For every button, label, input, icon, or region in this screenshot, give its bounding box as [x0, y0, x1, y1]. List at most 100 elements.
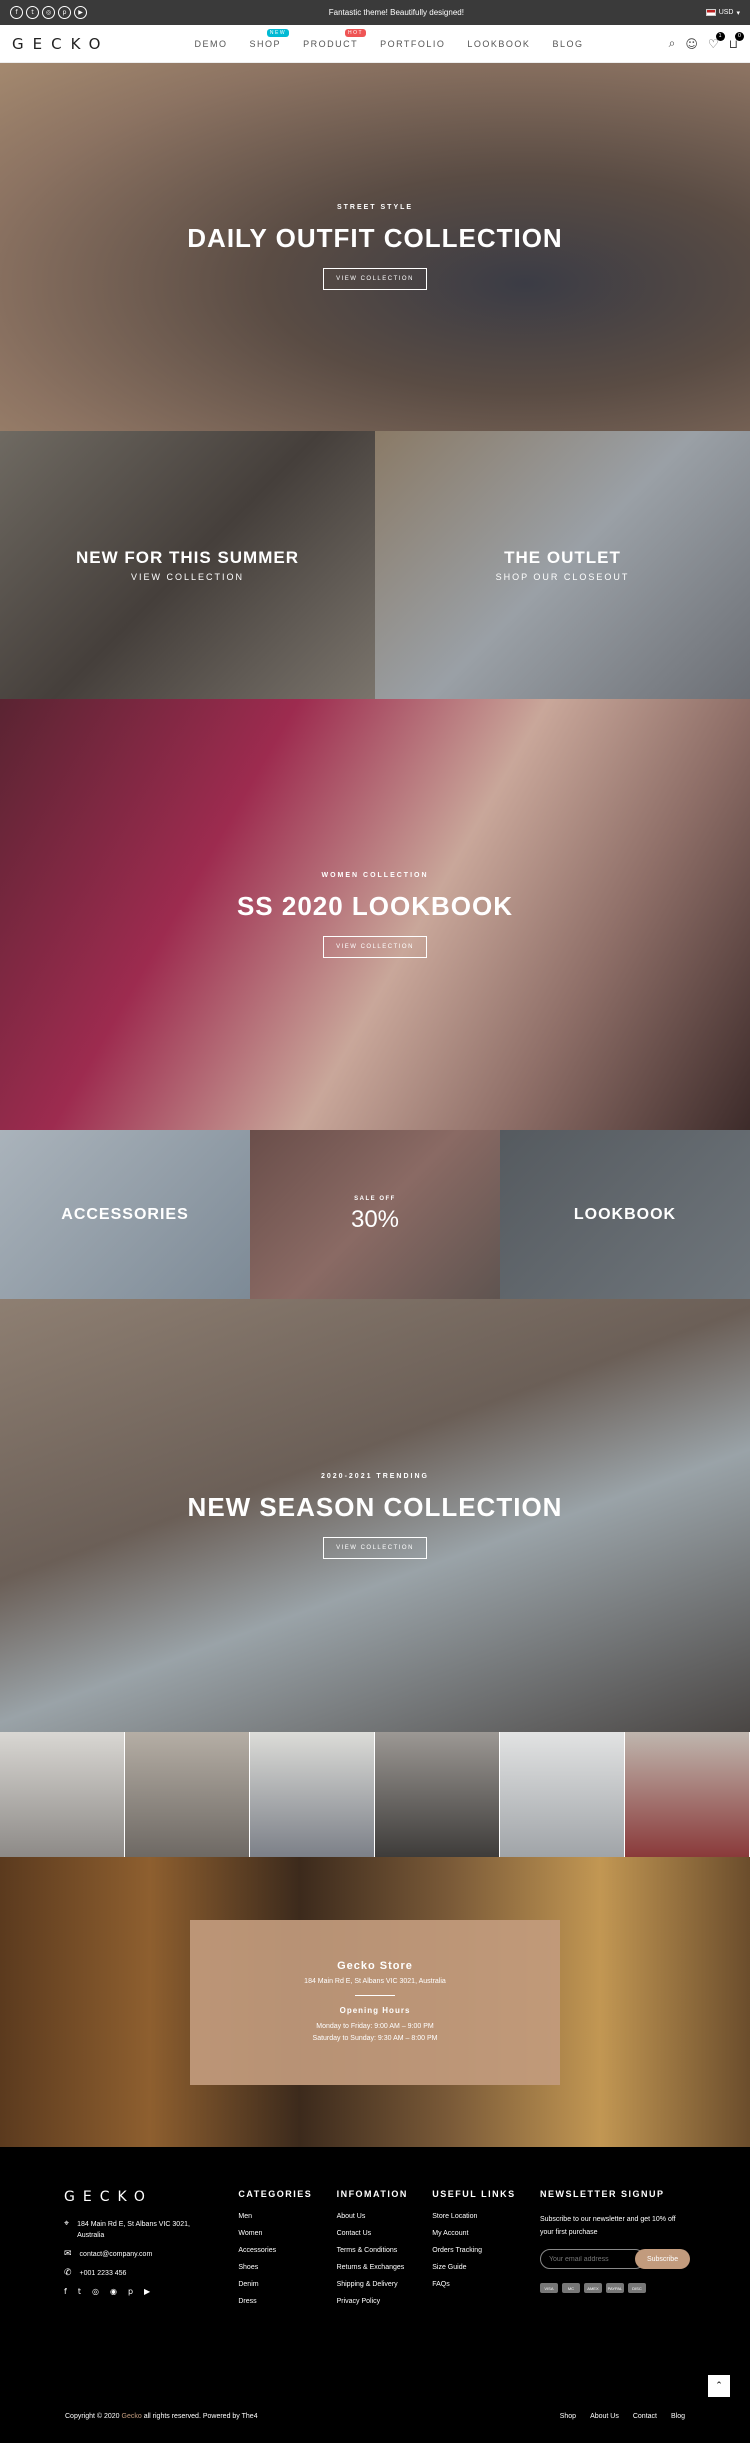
- wishlist-icon[interactable]: ♡ 1: [708, 31, 725, 51]
- footer-logo[interactable]: GECKO: [64, 2189, 214, 2205]
- hero-eyebrow: STREET STYLE: [336, 204, 414, 211]
- back-to-top-button[interactable]: ⌃: [708, 2375, 730, 2397]
- email-text[interactable]: contact@company.com: [80, 2249, 153, 2260]
- category-tile-accessories[interactable]: ACCESSORIES: [0, 1130, 250, 1299]
- site-logo[interactable]: GECKO: [12, 35, 109, 53]
- footer-info-link[interactable]: Contact Us: [337, 2230, 408, 2237]
- hero-title: DAILY OUTFIT COLLECTION: [187, 223, 563, 253]
- footer-categories: CATEGORIES Men Women Accessories Shoes Denim…: [238, 2189, 312, 2389]
- menu-item-label: PORTFOLIO: [380, 38, 446, 49]
- footer-phone[interactable]: ✆ +001 2233 456: [64, 2268, 214, 2279]
- sale-label: SALE OFF: [354, 1195, 396, 1202]
- menu-item-lookbook[interactable]: LOOKBOOK: [467, 37, 530, 51]
- view-collection-button[interactable]: VIEW COLLECTION: [323, 268, 427, 290]
- instagram-image[interactable]: [250, 1732, 375, 1857]
- phone-icon: ✆: [64, 2268, 72, 2278]
- footer-category-link[interactable]: Dress: [238, 2298, 312, 2305]
- category-tile-lookbook[interactable]: LOOKBOOK: [500, 1130, 750, 1299]
- facebook-icon[interactable]: f: [10, 6, 23, 19]
- menu-item-product[interactable]: PRODUCT HOT: [303, 28, 367, 51]
- cart-icon[interactable]: ⊔ 0: [729, 31, 744, 51]
- hero-eyebrow: WOMEN COLLECTION: [321, 871, 429, 879]
- menu-item-portfolio[interactable]: PORTFOLIO: [380, 37, 445, 51]
- store-name: Gecko Store: [337, 1959, 413, 1972]
- footer-contact: GECKO ⌖ 184 Main Rd E, St Albans VIC 302…: [64, 2189, 214, 2389]
- copyright-brand-link[interactable]: Gecko: [122, 2413, 142, 2420]
- phone-text[interactable]: +001 2233 456: [80, 2268, 127, 2279]
- instagram-image[interactable]: [375, 1732, 500, 1857]
- twitter-icon[interactable]: t: [26, 6, 39, 19]
- footer-useful-link[interactable]: Orders Tracking: [432, 2247, 515, 2254]
- footer-bottom-link[interactable]: Blog: [671, 2413, 685, 2420]
- footer-heading: NEWSLETTER SIGNUP: [539, 2189, 665, 2199]
- menu-item-shop[interactable]: SHOP NEW: [249, 28, 290, 51]
- category-title: LOOKBOOK: [573, 1205, 677, 1223]
- menu-item-label: LOOKBOOK: [467, 38, 531, 49]
- footer-info-link[interactable]: Terms & Conditions: [337, 2247, 408, 2254]
- instagram-gallery: [0, 1732, 750, 1857]
- social-links: f t ◎ p ▶: [10, 6, 87, 19]
- instagram-image[interactable]: [0, 1732, 125, 1857]
- footer-category-link[interactable]: Men: [238, 2213, 312, 2220]
- footer-category-link[interactable]: Accessories: [238, 2247, 312, 2254]
- divider: [355, 1994, 395, 1996]
- menu-item-label: SHOP: [249, 38, 282, 49]
- twitter-icon[interactable]: t: [78, 2287, 81, 2296]
- footer-useful-link[interactable]: Store Location: [432, 2213, 515, 2220]
- currency-selector[interactable]: USD ▾: [705, 9, 740, 17]
- store-address: 184 Main Rd E, St Albans VIC 3021, Austr…: [304, 1977, 446, 1985]
- search-icon[interactable]: ⌕: [669, 36, 676, 51]
- chevron-down-icon: ▾: [736, 9, 740, 17]
- instagram-image[interactable]: [500, 1732, 625, 1857]
- promo-tile-outlet[interactable]: THE OUTLET SHOP OUR CLOSEOUT: [375, 431, 750, 699]
- footer-information: INFOMATION About Us Contact Us Terms & Con…: [337, 2189, 408, 2389]
- footer-useful-link[interactable]: FAQs: [432, 2281, 515, 2288]
- footer-info-link[interactable]: Returns & Exchanges: [337, 2264, 408, 2271]
- hero-daily-outfit: STREET STYLE DAILY OUTFIT COLLECTION VIE…: [0, 63, 750, 431]
- youtube-icon[interactable]: ▶: [74, 6, 87, 19]
- instagram-icon[interactable]: ◎: [92, 2287, 99, 2296]
- promo-tile-link[interactable]: SHOP OUR CLOSEOUT: [496, 572, 630, 582]
- store-info-box: Gecko Store 184 Main Rd E, St Albans VIC…: [190, 1919, 560, 2085]
- top-bar: f t ◎ p ▶ Fantastic theme! Beautifully desig…: [0, 0, 750, 25]
- footer-info-link[interactable]: Shipping & Delivery: [337, 2281, 408, 2288]
- subscribe-button[interactable]: Subscribe: [634, 2249, 691, 2269]
- footer-useful-link[interactable]: Size Guide: [432, 2264, 515, 2271]
- footer-email[interactable]: ✉ contact@company.com: [64, 2249, 214, 2260]
- footer-socials: f t ◎ ◉ p ▶: [64, 2287, 214, 2296]
- instagram-image[interactable]: [625, 1732, 750, 1857]
- footer-bottom-links: Shop About Us Contact Blog: [560, 2413, 685, 2420]
- instagram-icon[interactable]: ◎: [42, 6, 55, 19]
- promo-tile-link[interactable]: VIEW COLLECTION: [131, 572, 244, 582]
- footer-info-link[interactable]: About Us: [337, 2213, 408, 2220]
- category-tiles: ACCESSORIES SALE OFF 30% LOOKBOOK: [0, 1130, 750, 1299]
- wishlist-count: 1: [715, 31, 725, 41]
- footer-bottom-link[interactable]: About Us: [590, 2413, 619, 2420]
- footer-useful-link[interactable]: My Account: [432, 2230, 515, 2237]
- hero-title: SS 2020 LOOKBOOK: [236, 890, 514, 921]
- payment-mc-icon: MC: [561, 2283, 580, 2293]
- instagram-image[interactable]: [125, 1732, 250, 1857]
- dribbble-icon[interactable]: ◉: [110, 2287, 117, 2296]
- category-tile-sale[interactable]: SALE OFF 30%: [250, 1130, 500, 1299]
- footer-category-link[interactable]: Women: [238, 2230, 312, 2237]
- menu-item-demo[interactable]: DEMO: [195, 37, 228, 51]
- account-icon[interactable]: ☺: [685, 37, 698, 51]
- copyright: Copyright © 2020 Gecko all rights reserv…: [65, 2413, 258, 2420]
- footer-category-link[interactable]: Denim: [238, 2281, 312, 2288]
- promo-tile-summer[interactable]: NEW FOR THIS SUMMER VIEW COLLECTION: [0, 431, 375, 699]
- address-text: 184 Main Rd E, St Albans VIC 3021, Austr…: [77, 2221, 190, 2239]
- menu-item-blog[interactable]: BLOG: [552, 37, 583, 51]
- footer-info-link[interactable]: Privacy Policy: [337, 2298, 408, 2305]
- facebook-icon[interactable]: f: [64, 2287, 67, 2296]
- footer-bottom-link[interactable]: Contact: [633, 2413, 657, 2420]
- pinterest-icon[interactable]: p: [58, 6, 71, 19]
- newsletter-email-input[interactable]: [539, 2249, 645, 2269]
- pinterest-icon[interactable]: p: [128, 2287, 133, 2296]
- footer-bottom-link[interactable]: Shop: [560, 2413, 576, 2420]
- footer-bottom: Copyright © 2020 Gecko all rights reserv…: [0, 2389, 750, 2443]
- view-collection-button[interactable]: VIEW COLLECTION: [323, 935, 427, 958]
- view-collection-button[interactable]: VIEW COLLECTION: [323, 1536, 427, 1559]
- youtube-icon[interactable]: ▶: [144, 2287, 150, 2296]
- footer-category-link[interactable]: Shoes: [238, 2264, 312, 2271]
